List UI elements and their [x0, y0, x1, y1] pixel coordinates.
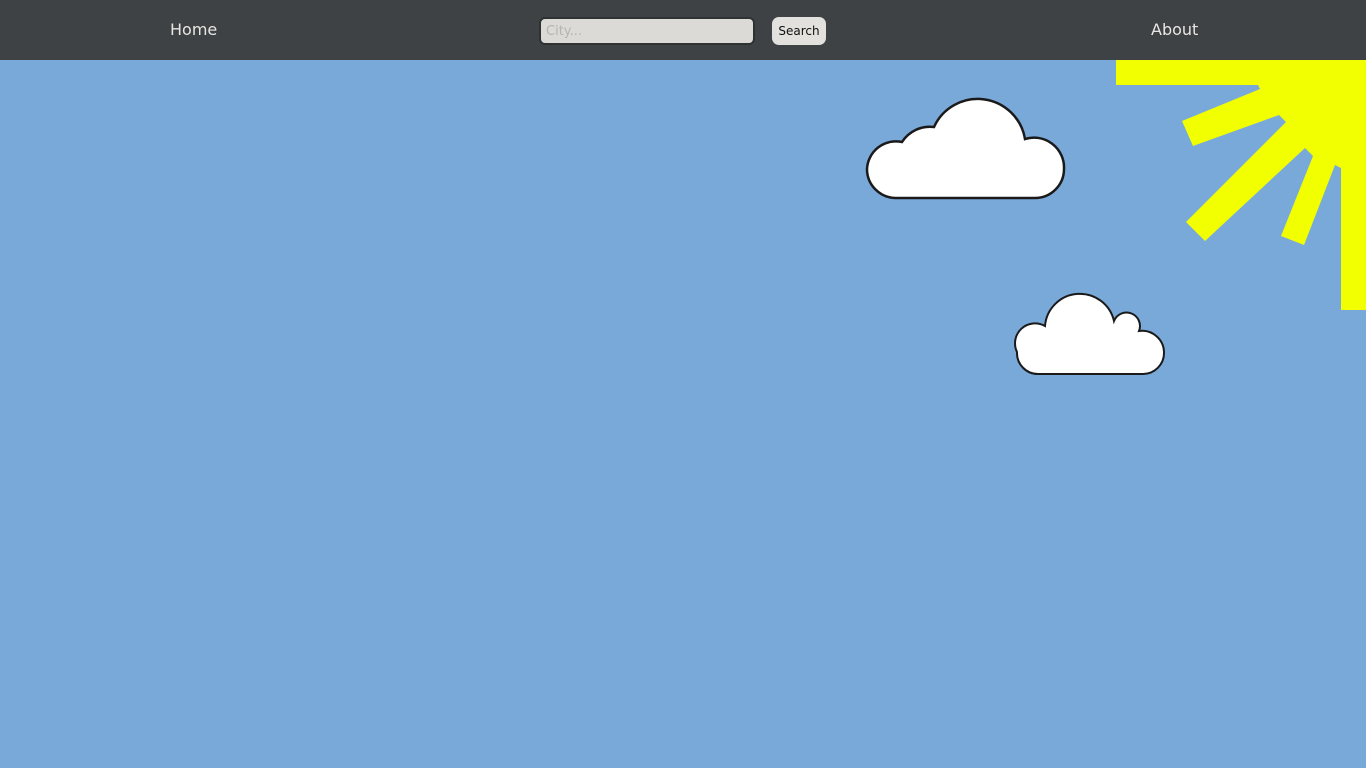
cloud-icon: [865, 97, 1066, 200]
nav-about-link[interactable]: About: [1151, 19, 1198, 41]
search-button[interactable]: Search: [772, 17, 826, 45]
city-search-input[interactable]: [539, 17, 755, 45]
large-cloud: [865, 97, 1066, 200]
cloud-icon: [1014, 292, 1166, 376]
nav-home-link[interactable]: Home: [170, 19, 217, 41]
top-navbar: Home Search About: [0, 0, 1366, 60]
sky-background: [0, 60, 1366, 768]
weather-scene: [865, 60, 1366, 376]
sun-body: [1116, 60, 1366, 310]
sun-icon: [1116, 60, 1366, 310]
small-cloud: [1014, 292, 1166, 376]
